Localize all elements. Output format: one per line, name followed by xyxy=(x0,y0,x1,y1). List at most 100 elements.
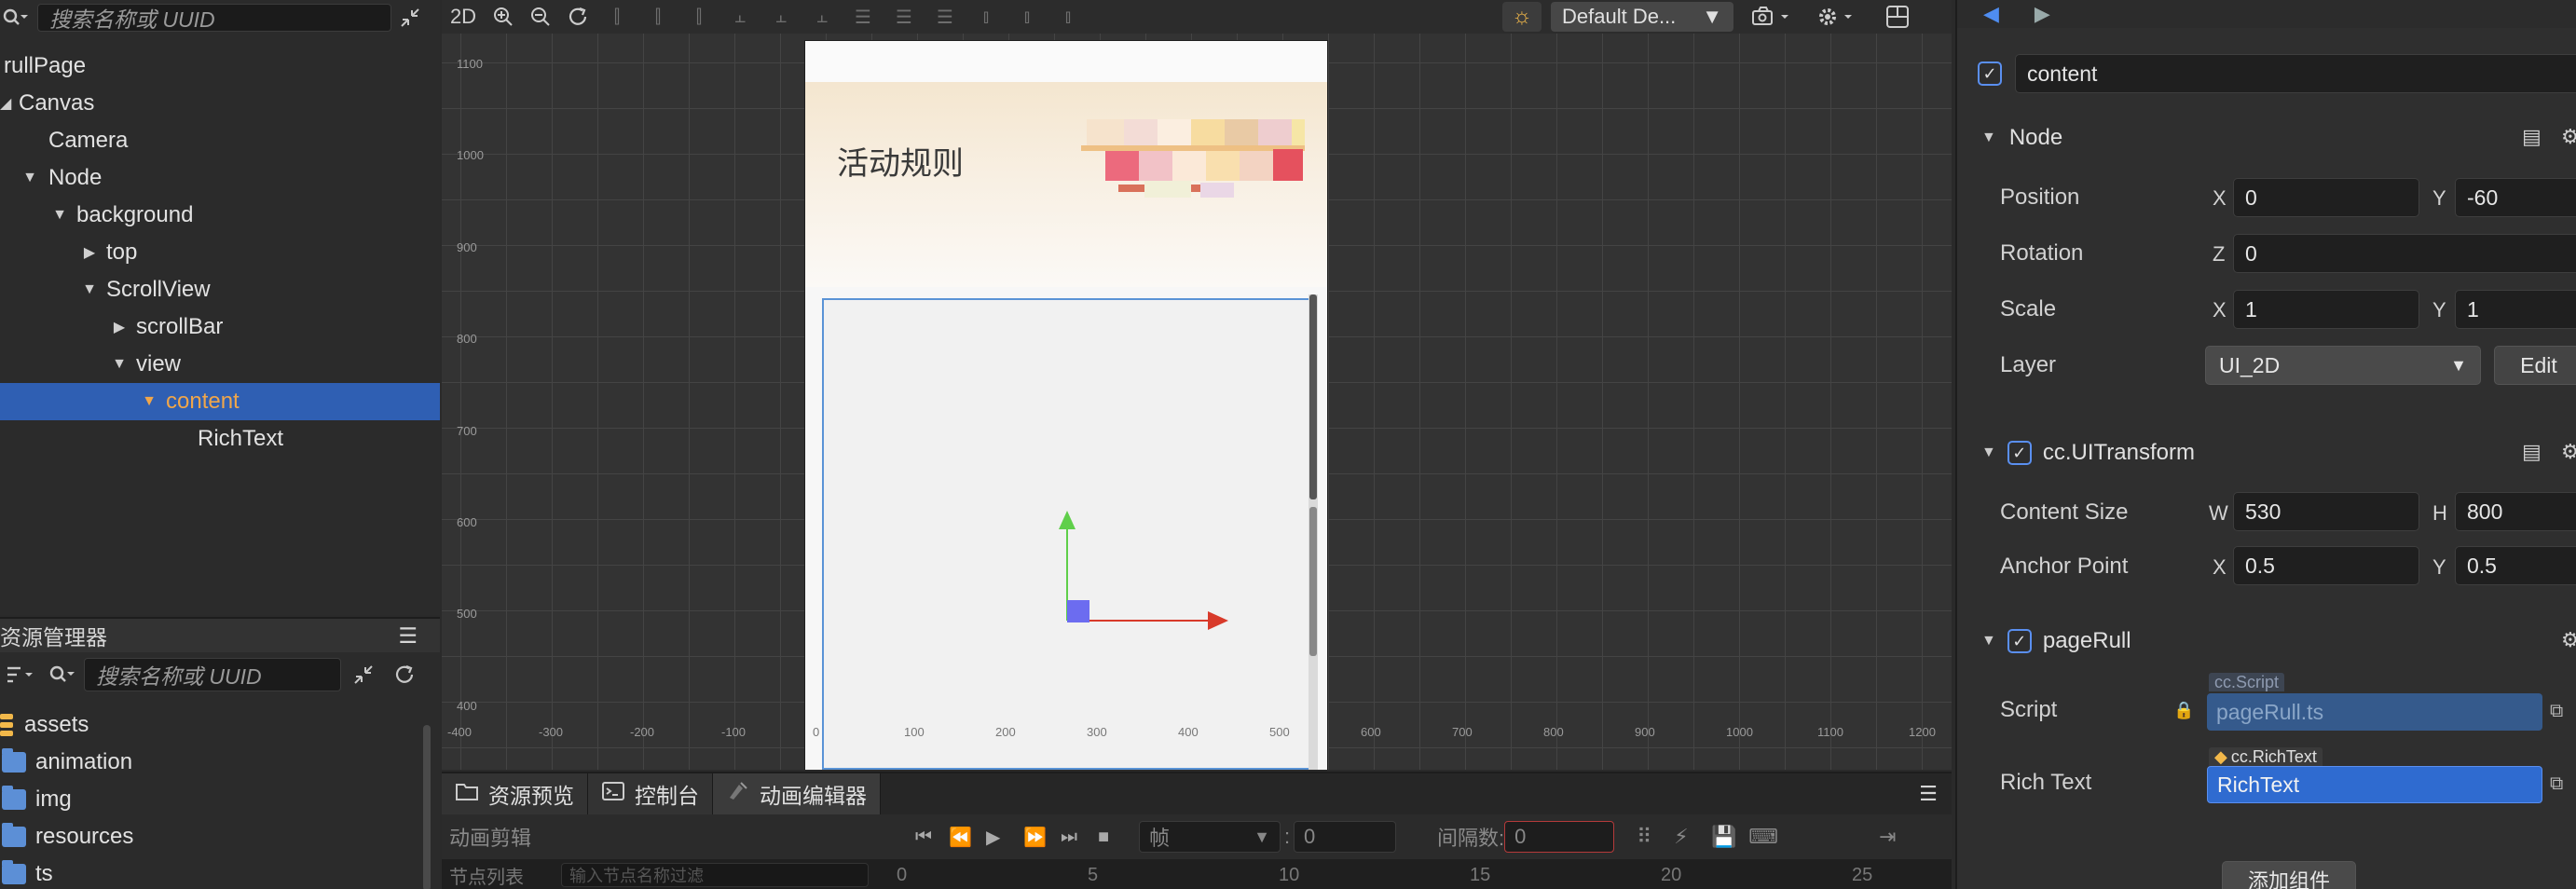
position-y-input[interactable]: -60 xyxy=(2455,178,2576,217)
tree-node-rullpage[interactable]: rullPage xyxy=(0,48,440,85)
zoom-in-icon[interactable] xyxy=(485,0,522,34)
expanded-arrow-icon[interactable]: ▼ xyxy=(1981,130,1996,146)
help-book-icon[interactable]: ▤ xyxy=(2522,125,2542,149)
design-resolution-dropdown[interactable]: Default De... ▼ xyxy=(1551,2,1733,32)
collapsed-arrow-icon[interactable]: ▶ xyxy=(78,234,101,271)
layout-icon[interactable] xyxy=(1879,2,1916,32)
edit-layer-button[interactable]: Edit xyxy=(2494,346,2576,385)
collapsed-arrow-icon[interactable]: ▶ xyxy=(108,308,130,346)
keyboard-icon[interactable]: ⌨ xyxy=(1748,825,1786,849)
content-scrollbar-thumb[interactable] xyxy=(1309,507,1317,656)
grid-dots-icon[interactable]: ⠿ xyxy=(1637,825,1674,849)
jump-first-frame-icon[interactable]: ⏮ xyxy=(915,827,949,848)
asset-item-assets[interactable]: assets xyxy=(0,706,89,744)
align-center-h-icon[interactable]: ⫿ xyxy=(637,0,678,34)
align-middle-v-icon[interactable]: ⫠ xyxy=(760,0,802,34)
expanded-arrow-icon[interactable]: ▼ xyxy=(48,197,71,234)
lighting-toggle-icon[interactable]: ☼ xyxy=(1502,2,1541,32)
distribute-middle-icon[interactable]: ☰ xyxy=(884,0,925,34)
mode-2d-button[interactable]: 2D xyxy=(442,5,485,29)
gear-icon[interactable] xyxy=(1812,2,1864,32)
tree-node-view[interactable]: ▼ view xyxy=(0,346,440,383)
interval-input[interactable]: 0 xyxy=(1504,821,1615,853)
gear-icon[interactable]: ⚙ xyxy=(2561,440,2576,464)
expanded-arrow-icon[interactable]: ▼ xyxy=(19,159,41,197)
align-left-icon[interactable]: ⫿ xyxy=(596,0,637,34)
frame-unit-select[interactable]: 帧 ▼ xyxy=(1139,821,1281,853)
asset-item-resources[interactable]: resources xyxy=(0,818,133,855)
tree-node-background[interactable]: ▼ background xyxy=(0,197,440,234)
locate-asset-icon[interactable]: ⧉ xyxy=(2550,701,2563,722)
scene-grid[interactable]: 1100 1000 900 800 700 600 500 400 活动规则 -… xyxy=(442,34,1952,770)
expanded-arrow-icon[interactable]: ▼ xyxy=(78,271,101,308)
exit-icon[interactable]: ⇥ xyxy=(1879,825,1916,849)
forward-arrow-icon[interactable]: ▶ xyxy=(2035,2,2050,26)
sort-icon[interactable] xyxy=(0,663,39,686)
tab-console[interactable]: 控制台 xyxy=(588,773,713,814)
asset-scrollbar[interactable] xyxy=(423,725,431,889)
align-bottom-icon[interactable]: ⫠ xyxy=(802,0,843,34)
gear-icon[interactable]: ⚙ xyxy=(2561,628,2576,652)
align-top-icon[interactable]: ⫠ xyxy=(719,0,760,34)
search-filter-icon[interactable] xyxy=(2,4,37,32)
panel-menu-icon[interactable]: ☰ xyxy=(398,623,418,649)
distribute-top-icon[interactable]: ☰ xyxy=(843,0,884,34)
distribute-bottom-icon[interactable]: ☰ xyxy=(925,0,966,34)
panel-menu-icon[interactable]: ☰ xyxy=(1905,773,1952,814)
tab-animation-editor[interactable]: 动画编辑器 xyxy=(713,773,881,814)
content-width-input[interactable]: 530 xyxy=(2233,492,2419,531)
reset-view-icon[interactable] xyxy=(559,0,596,34)
expanded-arrow-icon[interactable]: ▼ xyxy=(138,383,160,420)
tree-node-top[interactable]: ▶ top xyxy=(0,234,440,271)
expanded-arrow-icon[interactable]: ◢ xyxy=(0,85,19,122)
tree-node-node[interactable]: ▼ Node xyxy=(0,159,440,197)
asset-item-animation[interactable]: animation xyxy=(0,744,132,781)
expanded-arrow-icon[interactable]: ▼ xyxy=(108,346,130,383)
position-x-input[interactable]: 0 xyxy=(2233,178,2419,217)
search-filter-icon[interactable] xyxy=(39,663,84,686)
align-right-icon[interactable]: ⫿ xyxy=(678,0,719,34)
tab-asset-preview[interactable]: 资源预览 xyxy=(442,773,588,814)
uitransform-section-header[interactable]: ▼ ✓ cc.UITransform xyxy=(1957,434,2576,472)
current-frame-input[interactable]: 0 xyxy=(1294,821,1396,853)
tree-node-scrollbar[interactable]: ▶ scrollBar xyxy=(0,308,440,346)
back-arrow-icon[interactable]: ◀ xyxy=(1983,2,1999,26)
jump-last-frame-icon[interactable]: ⏭ xyxy=(1061,827,1098,848)
layer-dropdown[interactable]: UI_2D ▼ xyxy=(2205,346,2481,385)
distribute-left-icon[interactable]: ⫾ xyxy=(966,0,1007,34)
node-filter-input[interactable]: 输入节点名称过滤 xyxy=(561,863,869,887)
expanded-arrow-icon[interactable]: ▼ xyxy=(1981,444,1996,461)
content-scrollbar-handle[interactable] xyxy=(1309,294,1317,499)
gear-icon[interactable]: ⚙ xyxy=(2561,125,2576,149)
anchor-x-input[interactable]: 0.5 xyxy=(2233,546,2419,585)
tree-node-canvas[interactable]: ◢ Canvas xyxy=(0,85,440,122)
node-active-checkbox[interactable]: ✓ xyxy=(1978,62,2002,86)
tree-node-content[interactable]: ▼ content xyxy=(0,383,440,420)
asset-search-input[interactable]: 搜索名称或 UUID xyxy=(84,658,341,691)
save-icon[interactable]: 💾 xyxy=(1711,825,1748,849)
rotation-z-input[interactable]: 0 xyxy=(2233,234,2576,273)
tree-node-richtext[interactable]: RichText xyxy=(0,420,440,458)
expanded-arrow-icon[interactable]: ▼ xyxy=(1981,633,1996,650)
pagerull-enabled-checkbox[interactable]: ✓ xyxy=(2007,629,2032,653)
design-canvas[interactable]: 活动规则 xyxy=(805,41,1327,770)
stop-icon[interactable]: ■ xyxy=(1098,827,1139,848)
content-height-input[interactable]: 800 xyxy=(2455,492,2576,531)
richtext-reference-field[interactable]: RichText xyxy=(2207,766,2542,803)
locate-asset-icon[interactable]: ⧉ xyxy=(2550,773,2563,795)
scale-x-input[interactable]: 1 xyxy=(2233,290,2419,329)
tree-node-camera[interactable]: Camera xyxy=(0,122,440,159)
tree-node-scrollview[interactable]: ▼ ScrollView xyxy=(0,271,440,308)
asset-item-img[interactable]: img xyxy=(0,781,72,818)
node-section-header[interactable]: ▼ Node xyxy=(1957,119,2576,157)
asset-item-ts[interactable]: ts xyxy=(0,855,53,889)
pagerull-section-header[interactable]: ▼ ✓ pageRull xyxy=(1957,622,2576,660)
camera-options-icon[interactable] xyxy=(1747,2,1799,32)
event-icon[interactable]: ⚡ xyxy=(1674,825,1711,849)
hierarchy-search-input[interactable]: 搜索名称或 UUID xyxy=(37,4,391,32)
distribute-center-icon[interactable]: ⫾ xyxy=(1007,0,1048,34)
node-name-input[interactable]: content xyxy=(2015,54,2576,93)
collapse-all-icon[interactable] xyxy=(391,3,429,33)
prev-frame-icon[interactable]: ⏪ xyxy=(949,826,986,849)
next-frame-icon[interactable]: ⏩ xyxy=(1023,826,1061,849)
